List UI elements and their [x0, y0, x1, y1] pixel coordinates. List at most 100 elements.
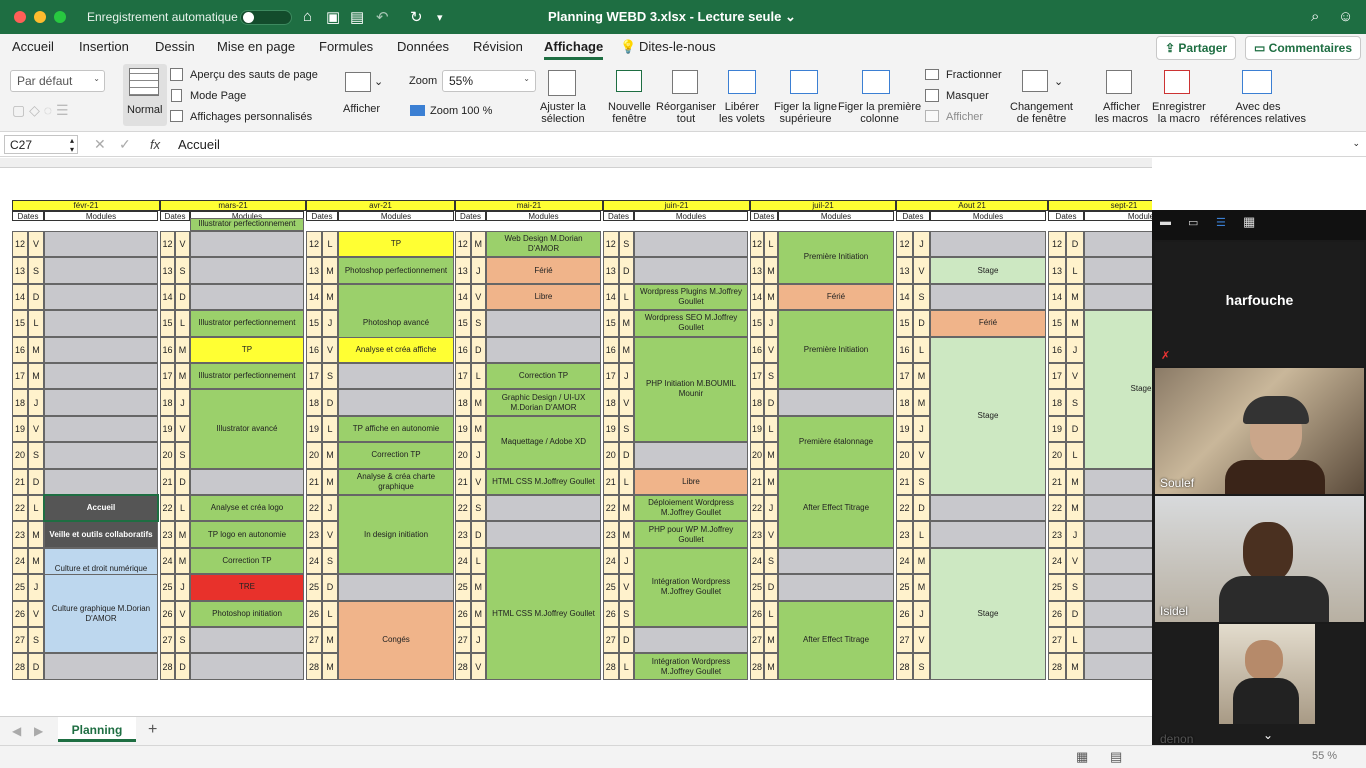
module-cell[interactable]: Maquettage / Adobe XD — [486, 415, 601, 469]
date-cell[interactable]: 17 — [896, 363, 913, 390]
weekday-cell[interactable]: M — [322, 468, 338, 495]
date-cell[interactable]: 14 — [603, 283, 619, 311]
weekday-cell[interactable]: D — [764, 389, 778, 416]
weekday-cell[interactable]: D — [175, 468, 190, 495]
date-cell[interactable]: 24 — [1048, 547, 1066, 575]
weekday-cell[interactable]: M — [470, 231, 486, 258]
tab-tell-me[interactable]: Dites-le-nous — [639, 39, 716, 54]
date-cell[interactable]: 24 — [12, 547, 28, 575]
date-cell[interactable]: 16 — [306, 336, 322, 363]
view-macros-button[interactable]: Afficher les macros — [1094, 68, 1148, 128]
date-cell[interactable]: 15 — [750, 310, 764, 337]
weekday-cell[interactable]: S — [764, 547, 778, 575]
empty-module-cell[interactable] — [1084, 495, 1152, 522]
weekday-cell[interactable]: M — [28, 547, 44, 575]
module-cell[interactable]: After Effect Titrage — [778, 600, 894, 680]
empty-module-cell[interactable] — [486, 495, 601, 522]
empty-module-cell[interactable] — [44, 336, 158, 363]
weekday-cell[interactable]: D — [1066, 231, 1084, 258]
date-cell[interactable]: 18 — [455, 389, 471, 416]
date-cell[interactable]: 20 — [750, 442, 764, 469]
tab-formules[interactable]: Formules — [319, 39, 373, 54]
weekday-cell[interactable]: M — [470, 574, 486, 601]
weekday-cell[interactable]: M — [28, 363, 44, 390]
account-icon[interactable]: ☺ — [1338, 8, 1353, 25]
date-cell[interactable]: 22 — [603, 495, 619, 522]
empty-module-cell[interactable] — [1084, 547, 1152, 575]
module-cell[interactable]: Illustrator perfectionnement — [190, 310, 304, 337]
date-cell[interactable]: 22 — [750, 495, 764, 522]
empty-module-cell[interactable] — [44, 257, 158, 284]
weekday-cell[interactable]: S — [618, 415, 634, 443]
modules-header[interactable]: Modules — [778, 211, 894, 221]
module-cell[interactable]: Intégration Wordpress M.Joffrey Goullet — [634, 653, 748, 680]
weekday-cell[interactable]: D — [28, 468, 44, 495]
weekday-cell[interactable]: J — [1066, 521, 1084, 548]
date-cell[interactable]: 24 — [306, 547, 322, 575]
date-cell[interactable]: 12 — [160, 231, 175, 258]
empty-module-cell[interactable] — [44, 468, 158, 495]
date-cell[interactable]: 25 — [750, 574, 764, 601]
cancel-icon[interactable]: ✕ — [94, 136, 106, 153]
date-cell[interactable]: 16 — [750, 336, 764, 363]
dates-header[interactable]: Dates — [1048, 211, 1084, 221]
module-cell[interactable]: Illustrator perfectionnement — [190, 217, 304, 231]
date-cell[interactable]: 13 — [896, 257, 913, 284]
empty-module-cell[interactable] — [190, 468, 304, 495]
date-cell[interactable]: 21 — [603, 468, 619, 495]
modules-header[interactable]: Modules — [338, 211, 454, 221]
date-cell[interactable]: 28 — [12, 653, 28, 680]
module-cell[interactable]: Stage — [930, 336, 1046, 495]
relative-references-button[interactable]: Avec des références relatives — [1210, 68, 1306, 128]
date-cell[interactable]: 27 — [896, 627, 913, 654]
weekday-cell[interactable]: V — [618, 389, 634, 416]
module-cell[interactable]: Analyse & créa charte graphique — [338, 468, 454, 495]
date-cell[interactable]: 16 — [12, 336, 28, 363]
date-cell[interactable]: 27 — [455, 627, 471, 654]
date-cell[interactable]: 18 — [896, 389, 913, 416]
tab-affichage[interactable]: Affichage — [544, 39, 604, 60]
weekday-cell[interactable]: J — [764, 310, 778, 337]
tab-mise-en-page[interactable]: Mise en page — [217, 39, 295, 54]
weekday-cell[interactable]: M — [618, 310, 634, 337]
date-cell[interactable]: 22 — [896, 495, 913, 522]
date-cell[interactable]: 23 — [455, 521, 471, 548]
weekday-cell[interactable]: L — [28, 310, 44, 337]
date-cell[interactable]: 22 — [1048, 495, 1066, 522]
weekday-cell[interactable]: L — [1066, 442, 1084, 469]
weekday-cell[interactable]: M — [28, 521, 44, 548]
weekday-cell[interactable]: D — [913, 310, 930, 337]
weekday-cell[interactable]: V — [618, 574, 634, 601]
date-cell[interactable]: 12 — [896, 231, 913, 258]
date-cell[interactable]: 24 — [750, 547, 764, 575]
empty-module-cell[interactable] — [930, 521, 1046, 548]
weekday-cell[interactable]: M — [322, 283, 338, 311]
weekday-cell[interactable]: L — [618, 468, 634, 495]
date-cell[interactable]: 16 — [1048, 336, 1066, 363]
empty-module-cell[interactable] — [1084, 521, 1152, 548]
date-cell[interactable]: 26 — [603, 600, 619, 627]
date-cell[interactable]: 19 — [160, 415, 175, 443]
zoom-to-selection-button[interactable]: Ajuster la sélection — [538, 68, 588, 128]
empty-module-cell[interactable] — [930, 495, 1046, 522]
show-button[interactable]: ⌄ Afficher — [340, 68, 390, 124]
weekday-cell[interactable]: J — [175, 574, 190, 601]
weekday-cell[interactable]: S — [913, 653, 930, 680]
date-cell[interactable]: 27 — [12, 627, 28, 654]
customize-toolbar-icon[interactable]: ▾ — [437, 11, 443, 24]
search-icon[interactable]: ⌕ — [1311, 8, 1319, 25]
modules-header[interactable]: Modules — [634, 211, 748, 221]
month-header[interactable]: juin-21 — [603, 200, 750, 211]
empty-module-cell[interactable] — [190, 257, 304, 284]
insert-function-button[interactable]: fx — [150, 137, 160, 152]
date-cell[interactable]: 19 — [750, 415, 764, 443]
date-cell[interactable]: 26 — [455, 600, 471, 627]
weekday-cell[interactable]: S — [913, 468, 930, 495]
weekday-cell[interactable]: M — [913, 389, 930, 416]
weekday-cell[interactable]: M — [470, 389, 486, 416]
date-cell[interactable]: 16 — [896, 336, 913, 363]
share-button[interactable]: ⇪ Partager — [1156, 36, 1237, 60]
empty-module-cell[interactable] — [190, 283, 304, 311]
weekday-cell[interactable]: V — [175, 600, 190, 627]
tab-insertion[interactable]: Insertion — [79, 39, 129, 54]
